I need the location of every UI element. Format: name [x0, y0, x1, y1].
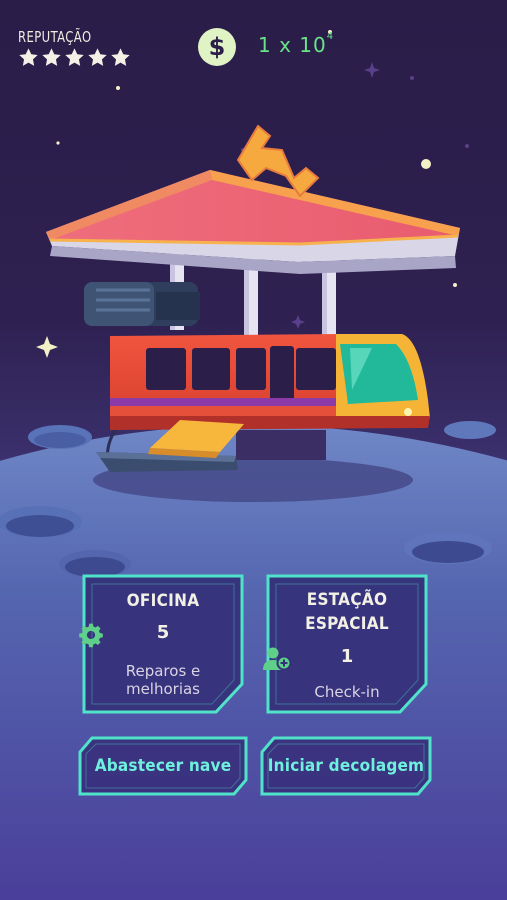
station-count-row: 1 [262, 646, 432, 671]
star-icon [111, 48, 130, 66]
station-canopy [46, 170, 460, 274]
star-icon [19, 48, 38, 66]
workshop-subtitle: Reparos e melhorias [78, 662, 248, 698]
workshop-card[interactable]: OFICINA 5 Reparos e melhorias [78, 572, 248, 718]
star-icon [42, 48, 61, 66]
reputation-stars [18, 47, 138, 68]
money-exponent: 4 [326, 31, 335, 42]
fuel-pump [84, 282, 200, 326]
star-icon [65, 48, 84, 66]
star-icon [88, 48, 107, 66]
money-display: 1 x 104 [258, 31, 335, 57]
reputation-label: REPUTAÇÃO [18, 28, 92, 46]
station-count: 1 [340, 646, 354, 667]
workshop-subtitle-line2: melhorias [125, 680, 201, 698]
workshop-title: OFICINA [126, 591, 200, 611]
station-title-line2: ESPACIAL [305, 614, 389, 634]
add-user-icon [263, 647, 292, 671]
station-subtitle: Check-in [314, 683, 380, 701]
game-screen: REPUTAÇÃO $ 1 x 104 OFICINA 5 Reparos e … [0, 0, 507, 900]
space-station-card[interactable]: ESTAÇÃO ESPACIAL 1 Check-in [262, 572, 432, 718]
station-title-line1: ESTAÇÃO [306, 590, 388, 610]
workshop-count: 5 [156, 622, 170, 643]
takeoff-button[interactable]: Iniciar decolagem [258, 734, 434, 798]
refuel-button[interactable]: Abastecer nave [76, 734, 250, 798]
workshop-subtitle-line1: Reparos e [125, 662, 201, 680]
money-base: 1 x 10 [258, 33, 327, 57]
gear-icon [79, 623, 103, 648]
workshop-count-row: 5 [78, 622, 248, 648]
reputation-panel: REPUTAÇÃO [18, 28, 138, 68]
coin-icon: $ [198, 28, 236, 66]
refuel-button-label: Abastecer nave [94, 756, 232, 776]
takeoff-button-label: Iniciar decolagem [267, 756, 425, 776]
